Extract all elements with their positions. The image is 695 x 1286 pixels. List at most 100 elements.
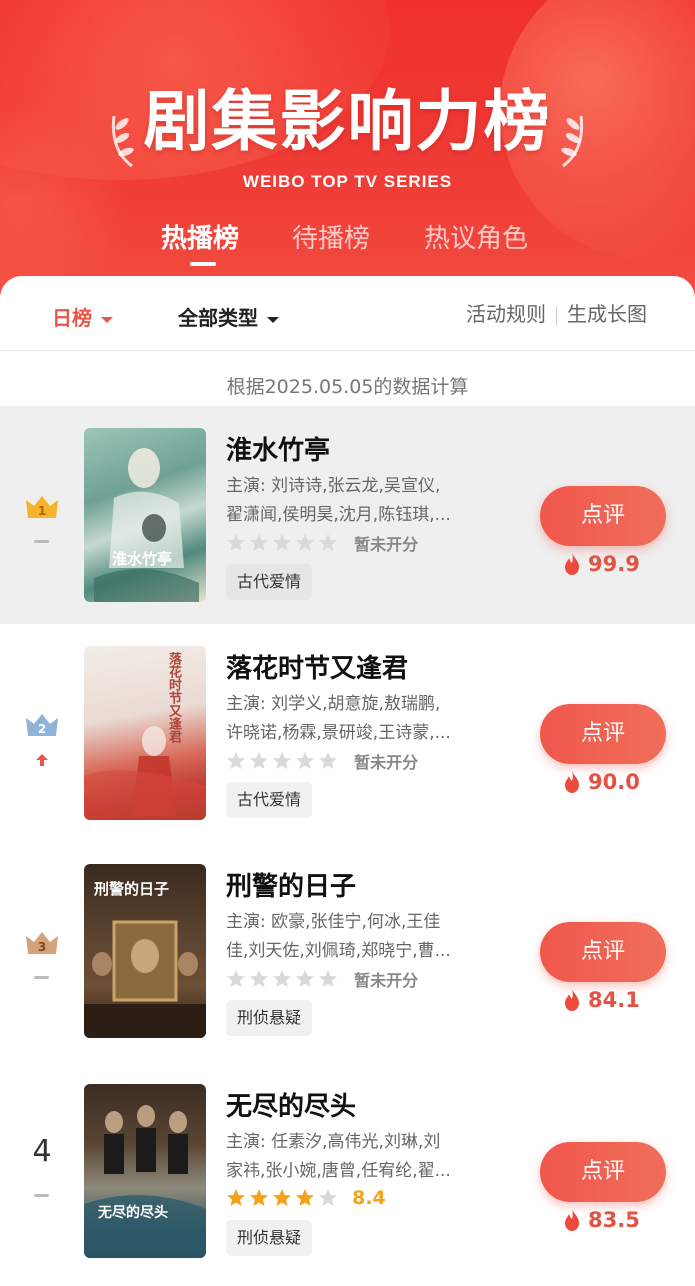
period-label: 日榜 (52, 306, 92, 330)
heat-score: 83.5 (562, 1208, 640, 1238)
review-button[interactable]: 点评 (540, 1142, 666, 1202)
genre-tag[interactable]: 古代爱情 (226, 564, 313, 600)
rating-stars: 暂未开分 (226, 531, 418, 554)
chevron-down-icon (101, 316, 113, 323)
active-tab-indicator (190, 262, 216, 266)
list-item[interactable]: 4 无尽的尽头 无尽的尽头 主演: 任素汐,高伟光,刘琳,刘 家祎,张小婉,唐曾… (0, 1062, 695, 1280)
star-empty-icon (273, 752, 291, 769)
flame-icon (565, 771, 579, 793)
poster-caption: 落花时节又逢君 (166, 652, 181, 743)
tab-hot-roles[interactable]: 热议角色 (424, 218, 528, 255)
rank-number: 3 (38, 940, 46, 954)
cast-list: 主演: 任素汐,高伟光,刘琳,刘 家祎,张小婉,唐曾,任宥纶,翟... (226, 1128, 496, 1186)
heat-value: 84.1 (588, 988, 640, 1012)
star-empty-icon (296, 752, 314, 769)
data-date-note: 根据2025.05.05的数据计算 (226, 376, 469, 398)
star-empty-icon (273, 534, 291, 551)
poster-art (84, 1105, 206, 1258)
crown-gold-icon: 1 (26, 496, 58, 518)
cast-list: 主演: 刘诗诗,张云龙,吴宣仪, 翟潇闻,侯明昊,沈月,陈钰琪,... (226, 472, 496, 530)
star-empty-icon (319, 752, 337, 769)
rating-stars: 暂未开分 (226, 749, 419, 772)
poster-image[interactable]: 无尽的尽头 (84, 1084, 206, 1258)
rating-stars: 8.4 (226, 1187, 386, 1209)
rank-unchanged-icon (34, 540, 49, 543)
show-title[interactable]: 刑警的日子 (226, 866, 356, 903)
filter-bar: 日榜 全部类型 活动规则 生成长图 (0, 276, 695, 351)
cast-line: 佳,刘天佐,刘佩琦,郑晓宁,曹... (226, 941, 451, 961)
rank-number: 2 (38, 722, 46, 736)
genre-tag[interactable]: 刑侦悬疑 (226, 1000, 313, 1036)
tab-hot[interactable]: 热播榜 (161, 218, 239, 255)
type-label: 全部类型 (178, 306, 258, 330)
heat-score: 99.9 (562, 552, 640, 582)
show-title[interactable]: 落花时节又逢君 (226, 648, 408, 685)
cast-list: 主演: 刘学义,胡意旋,敖瑞鹏, 许晓诺,杨霖,景研竣,王诗蒙,... (226, 690, 496, 748)
poster-image[interactable]: 淮水竹亭 (84, 428, 206, 602)
header-banner: 剧集影响力榜 WEIBO TOP TV SERIES 热播榜 待播榜 热议角色 (0, 0, 695, 300)
crown-silver-icon: 2 (26, 714, 58, 736)
star-filled-icon (250, 1189, 268, 1206)
star-empty-icon (250, 534, 268, 551)
rules-link[interactable]: 活动规则 (466, 302, 546, 326)
cast-line: 主演: 任素汐,高伟光,刘琳,刘 (226, 1132, 441, 1152)
star-empty-icon (319, 1189, 337, 1206)
poster-caption: 刑警的日子 (94, 880, 170, 898)
flame-icon (565, 553, 579, 575)
review-button[interactable]: 点评 (540, 922, 666, 982)
review-button[interactable]: 点评 (540, 486, 666, 546)
cast-line: 翟潇闻,侯明昊,沈月,陈钰琪,... (226, 505, 451, 525)
tab-bar: 热播榜 待播榜 热议角色 (0, 218, 695, 268)
rating-stars: 暂未开分 (226, 967, 419, 990)
list-item[interactable]: 3 刑警的日子 刑警的日子 主演: 欧豪,张佳宁,何冰,王佳 佳,刘天佐,刘佩琦… (0, 842, 695, 1060)
star-empty-icon (319, 970, 337, 987)
show-title[interactable]: 无尽的尽头 (226, 1086, 356, 1123)
list-item[interactable]: 1 淮水竹亭 淮水竹亭 主演: 刘诗诗,张云龙,吴宣仪, 翟潇闻,侯明昊,沈月,… (0, 406, 695, 624)
heat-value: 99.9 (588, 552, 640, 576)
star-empty-icon (319, 534, 337, 551)
page-title: 剧集影响力榜 (143, 83, 552, 160)
poster-image[interactable]: 落花时节又逢君 (84, 646, 206, 820)
rating-score: 8.4 (352, 1187, 386, 1209)
star-empty-icon (296, 534, 314, 551)
cast-line: 主演: 刘学义,胡意旋,敖瑞鹏, (226, 694, 441, 714)
list-item[interactable]: 2 落花时节又逢君 落花时节又逢君 主演: 刘学义,胡意旋,敖瑞鹏, 许晓诺,杨… (0, 624, 695, 842)
cast-line: 主演: 欧豪,张佳宁,何冰,王佳 (226, 912, 441, 932)
rating-text: 暂未开分 (354, 753, 419, 772)
cast-line: 主演: 刘诗诗,张云龙,吴宣仪, (226, 476, 441, 496)
rank-number: 4 (32, 1134, 52, 1169)
poster-image[interactable]: 刑警的日子 (84, 864, 206, 1038)
cast-line: 家祎,张小婉,唐曾,任宥纶,翟... (226, 1161, 451, 1181)
rank-unchanged-icon (34, 976, 49, 979)
tab-upcoming[interactable]: 待播榜 (292, 218, 370, 255)
star-empty-icon (227, 970, 245, 987)
rank-unchanged-icon (34, 1194, 49, 1197)
rank-up-arrow-icon (36, 754, 48, 766)
period-dropdown[interactable]: 日榜 (52, 302, 113, 331)
poster-art (94, 448, 199, 602)
type-dropdown[interactable]: 全部类型 (178, 302, 279, 331)
page-subtitle: WEIBO TOP TV SERIES (242, 172, 453, 191)
genre-tag[interactable]: 刑侦悬疑 (226, 1220, 313, 1256)
star-filled-icon (227, 1189, 245, 1206)
star-filled-icon (273, 1189, 291, 1206)
rating-text: 暂未开分 (354, 971, 419, 990)
cast-line: 许晓诺,杨霖,景研竣,王诗蒙,... (226, 723, 451, 743)
flame-icon (565, 1209, 579, 1231)
heat-score: 84.1 (562, 988, 640, 1018)
cast-list: 主演: 欧豪,张佳宁,何冰,王佳 佳,刘天佐,刘佩琦,郑晓宁,曹... (226, 908, 496, 966)
star-empty-icon (227, 534, 245, 551)
show-title[interactable]: 淮水竹亭 (226, 430, 330, 467)
rank-number: 1 (38, 504, 46, 518)
flame-icon (565, 989, 579, 1011)
poster-caption: 无尽的尽头 (98, 1205, 168, 1221)
star-filled-icon (296, 1189, 314, 1206)
generate-image-link[interactable]: 生成长图 (567, 302, 647, 326)
review-button[interactable]: 点评 (540, 704, 666, 764)
heat-value: 83.5 (588, 1208, 640, 1232)
crown-bronze-icon: 3 (26, 932, 58, 954)
star-empty-icon (296, 970, 314, 987)
star-empty-icon (250, 970, 268, 987)
poster-art (84, 726, 206, 820)
genre-tag[interactable]: 古代爱情 (226, 782, 313, 818)
